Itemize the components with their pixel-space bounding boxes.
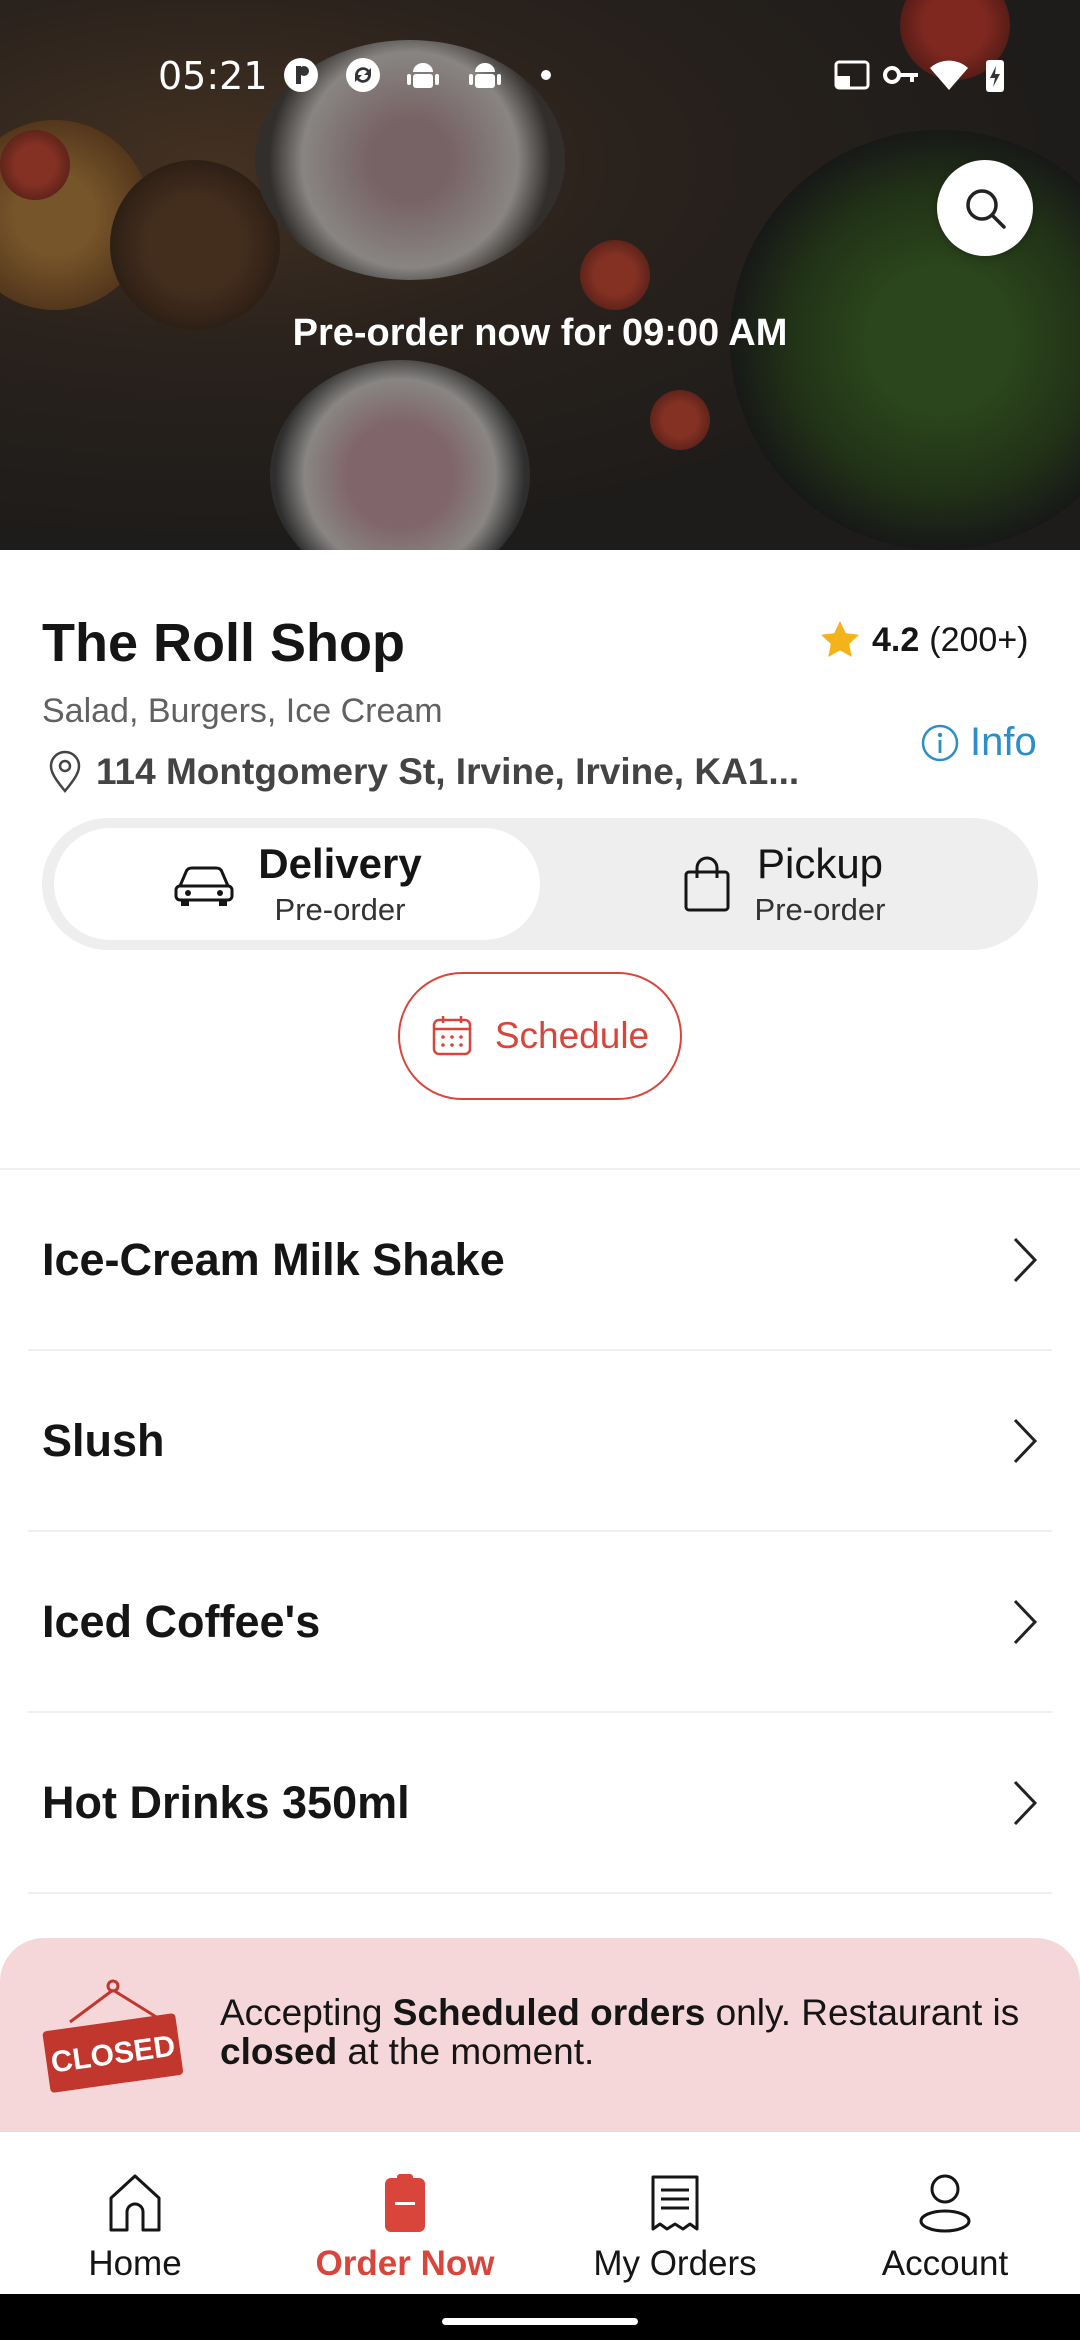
calendar-icon [432,1016,472,1056]
category-item-ice-cream-milk-shake[interactable]: Ice-Cream Milk Shake [28,1170,1052,1351]
closed-message-part: only. Restaurant is [705,1992,1020,2033]
rating-count: (200+) [929,620,1029,659]
closed-message-bold: closed [220,2030,338,2072]
info-link[interactable]: Info [920,720,1037,765]
delivery-subtitle: Pre-order [274,892,406,927]
category-label: Slush [42,1414,165,1466]
address: 114 Montgomery St, Irvine, Irvine, KA1..… [46,750,799,794]
sync-notification-icon [346,58,380,92]
status-bar: 05:21 [0,40,1080,110]
account-icon [919,2174,971,2233]
category-label: Iced Coffee's [42,1595,321,1647]
search-icon [966,189,1006,229]
category-label: Ice-Cream Milk Shake [42,1233,505,1285]
delivery-title: Delivery [258,840,422,887]
star-icon [821,621,859,657]
shopping-bag-icon [684,856,730,912]
status-time: 05:21 [158,54,268,98]
nav-home-label: Home [88,2244,182,2283]
nav-account-label: Account [881,2244,1009,2283]
gesture-handle[interactable] [442,2318,638,2325]
nav-account[interactable]: Account [810,2132,1080,2294]
battery-charging-icon [986,60,1004,92]
address-text: 114 Montgomery St, Irvine, Irvine, KA1..… [96,751,800,792]
closed-banner: CLOSED Accepting Scheduled orders only. … [0,1938,1080,2138]
category-item-hot-drinks[interactable]: Hot Drinks 350ml [28,1713,1052,1894]
android-icon [407,63,439,88]
category-list: Ice-Cream Milk Shake Slush Iced Coffee's… [0,1170,1080,1894]
preorder-banner-text: Pre-order now for 09:00 AM [292,312,788,354]
vpn-key-icon [883,66,918,84]
nav-my-orders-label: My Orders [593,2244,757,2283]
delivery-option[interactable]: Delivery Pre-order [54,828,540,940]
system-gesture-area [0,2294,1080,2340]
dot-icon [541,70,551,80]
app-notification-icon [284,58,318,92]
nav-home[interactable]: Home [0,2132,270,2294]
category-item-slush[interactable]: Slush [28,1351,1052,1532]
chevron-right-icon [1013,1599,1038,1644]
closed-message-bold: Scheduled orders [392,1992,706,2033]
nav-order-now-label: Order Now [315,2244,495,2283]
android-icon [469,63,501,88]
closed-message-part: Accepting [220,1992,393,2033]
pickup-option[interactable]: Pickup Pre-order [540,828,1026,940]
hero-banner: 05:21 Pre-order now for 09:00 AM [0,0,1080,550]
pickup-subtitle: Pre-order [754,892,886,927]
rating: 4.2 (200+) [818,618,1029,662]
info-label: Info [970,720,1037,764]
location-pin-icon [49,750,81,793]
closed-message-part: at the moment. [337,2030,595,2072]
bottom-navigation: Home Order Now My Orders Account [0,2132,1080,2294]
schedule-button[interactable]: Schedule [398,972,682,1100]
nav-my-orders[interactable]: My Orders [540,2132,810,2294]
info-icon [921,724,959,761]
chevron-right-icon [1013,1237,1038,1282]
car-icon [174,866,234,906]
rating-score: 4.2 [872,620,920,659]
restaurant-name: The Roll Shop [42,613,405,673]
wifi-icon [930,60,968,90]
order-mode-toggle: Delivery Pre-order Pickup Pre-order [42,818,1038,950]
closed-message: Accepting Scheduled orders only. Restaur… [220,1992,1040,2072]
nav-order-now[interactable]: Order Now [270,2132,540,2294]
search-button[interactable] [937,160,1033,256]
receipt-icon [651,2175,699,2231]
cast-icon [834,60,870,90]
chevron-right-icon [1013,1780,1038,1825]
category-label: Hot Drinks 350ml [42,1776,410,1828]
chevron-right-icon [1013,1418,1038,1463]
home-icon [109,2174,161,2232]
order-now-icon [385,2174,425,2232]
closed-sign-icon: CLOSED [42,1979,184,2093]
category-item-iced-coffees[interactable]: Iced Coffee's [28,1532,1052,1713]
schedule-label: Schedule [494,1015,650,1056]
pickup-title: Pickup [756,840,884,887]
cuisine-list: Salad, Burgers, Ice Cream [42,692,443,730]
